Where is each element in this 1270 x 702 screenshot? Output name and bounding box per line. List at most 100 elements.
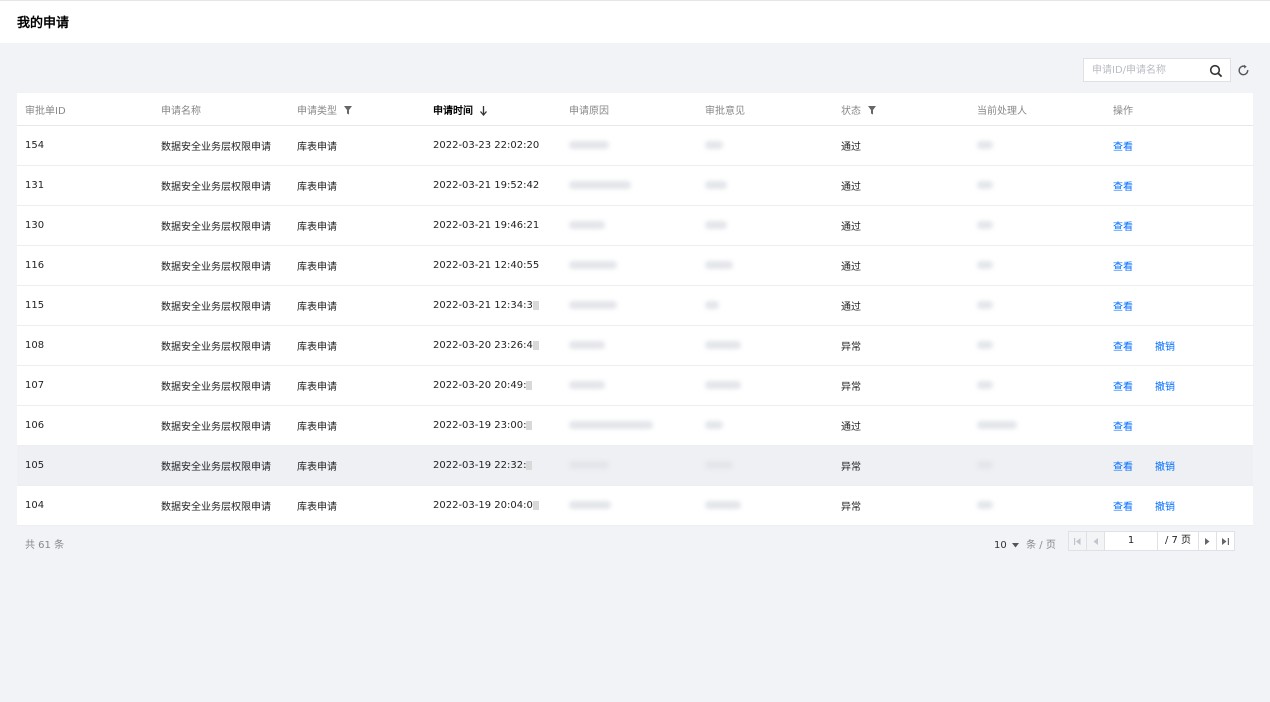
cell-type: 库表申请	[289, 365, 425, 406]
cell-status: 异常	[833, 445, 969, 486]
column-header-id: 审批单ID	[17, 93, 153, 126]
redaction-mark	[526, 380, 533, 390]
cell-id: 104	[17, 485, 153, 526]
cell-reason	[561, 325, 697, 366]
last-page-button[interactable]	[1216, 531, 1235, 551]
prev-page-button[interactable]	[1086, 531, 1105, 551]
redacted-text	[569, 461, 609, 469]
view-link[interactable]: 查看	[1113, 182, 1133, 193]
time-text: 2022-03-21 19:46:21	[433, 220, 540, 231]
cell-id: 115	[17, 285, 153, 326]
revoke-link[interactable]: 撤销	[1155, 342, 1175, 353]
view-link[interactable]: 查看	[1113, 302, 1133, 313]
cell-id: 105	[17, 445, 153, 486]
search-input[interactable]	[1092, 63, 1202, 78]
page-size-select[interactable]: 10 条 / 页	[994, 536, 1056, 551]
redacted-text	[705, 341, 741, 349]
cell-id: 106	[17, 405, 153, 446]
page-size-value[interactable]: 10	[994, 540, 1007, 551]
view-link[interactable]: 查看	[1113, 142, 1133, 153]
last-page-icon	[1222, 537, 1229, 545]
refresh-icon[interactable]	[1237, 64, 1250, 77]
cell-type: 库表申请	[289, 165, 425, 206]
search-icon[interactable]	[1209, 64, 1223, 78]
toolbar	[0, 58, 1270, 86]
redacted-text	[977, 221, 993, 229]
revoke-link[interactable]: 撤销	[1155, 462, 1175, 473]
cell-handler	[969, 445, 1105, 486]
cell-opinion	[697, 125, 833, 166]
cell-time: 2022-03-19 22:32:	[425, 445, 561, 486]
cell-name: 数据安全业务层权限申请	[153, 445, 289, 486]
top-bar: 我的申请	[0, 0, 1270, 43]
table-row: 108 数据安全业务层权限申请 库表申请 2022-03-20 23:26:4 异常 查看…	[17, 325, 1253, 366]
cell-time: 2022-03-21 19:52:42	[425, 165, 561, 206]
filter-icon[interactable]	[868, 106, 877, 115]
cell-handler	[969, 245, 1105, 286]
cell-actions: 查看	[1105, 205, 1253, 246]
redacted-text	[977, 141, 993, 149]
cell-status: 通过	[833, 205, 969, 246]
redacted-text	[569, 421, 653, 429]
cell-name: 数据安全业务层权限申请	[153, 325, 289, 366]
view-link[interactable]: 查看	[1113, 262, 1133, 273]
cell-opinion	[697, 245, 833, 286]
view-link[interactable]: 查看	[1113, 382, 1133, 393]
cell-time: 2022-03-21 19:46:21	[425, 205, 561, 246]
cell-status: 异常	[833, 365, 969, 406]
revoke-link[interactable]: 撤销	[1155, 382, 1175, 393]
view-link[interactable]: 查看	[1113, 222, 1133, 233]
filter-icon[interactable]	[344, 106, 353, 115]
redacted-text	[705, 141, 723, 149]
cell-time: 2022-03-21 12:40:55	[425, 245, 561, 286]
redacted-text	[569, 301, 617, 309]
sort-down-icon[interactable]	[480, 105, 488, 116]
first-page-button[interactable]	[1068, 531, 1087, 551]
cell-status: 通过	[833, 125, 969, 166]
cell-opinion	[697, 365, 833, 406]
cell-name: 数据安全业务层权限申请	[153, 245, 289, 286]
time-text: 2022-03-20 20:49:	[433, 380, 527, 391]
pager: 1 / 7 页	[1068, 531, 1235, 551]
cell-name: 数据安全业务层权限申请	[153, 285, 289, 326]
caret-down-icon[interactable]	[1011, 542, 1019, 548]
cell-opinion	[697, 445, 833, 486]
cell-name: 数据安全业务层权限申请	[153, 365, 289, 406]
column-header-name: 申请名称	[153, 93, 289, 126]
next-page-button[interactable]	[1198, 531, 1217, 551]
view-link[interactable]: 查看	[1113, 422, 1133, 433]
redaction-mark	[532, 300, 539, 310]
cell-type: 库表申请	[289, 445, 425, 486]
redaction-mark	[532, 340, 539, 350]
column-header-time[interactable]: 申请时间	[425, 93, 561, 126]
prev-page-icon	[1093, 537, 1098, 545]
redacted-text	[977, 341, 993, 349]
table-header-row: 审批单ID 申请名称 申请类型 申请时间 申请原因 审批意见 状态 当前处理人 …	[17, 93, 1253, 126]
search-box[interactable]	[1083, 58, 1231, 82]
redacted-text	[705, 181, 727, 189]
redacted-text	[569, 141, 609, 149]
page-number-input[interactable]: 1	[1104, 531, 1158, 551]
view-link[interactable]: 查看	[1113, 502, 1133, 513]
cell-handler	[969, 485, 1105, 526]
redacted-text	[977, 421, 1017, 429]
page-size-unit: 条 / 页	[1026, 540, 1056, 551]
cell-time: 2022-03-23 22:02:20	[425, 125, 561, 166]
redacted-text	[569, 261, 617, 269]
cell-type: 库表申请	[289, 125, 425, 166]
next-page-icon	[1205, 537, 1210, 545]
cell-type: 库表申请	[289, 285, 425, 326]
revoke-link[interactable]: 撤销	[1155, 502, 1175, 513]
cell-type: 库表申请	[289, 205, 425, 246]
view-link[interactable]: 查看	[1113, 342, 1133, 353]
cell-handler	[969, 365, 1105, 406]
view-link[interactable]: 查看	[1113, 462, 1133, 473]
column-header-status: 状态	[833, 93, 969, 126]
cell-status: 通过	[833, 165, 969, 206]
cell-handler	[969, 325, 1105, 366]
table-row: 154 数据安全业务层权限申请 库表申请 2022-03-23 22:02:20 通过 查…	[17, 125, 1253, 166]
time-text: 2022-03-20 23:26:4	[433, 340, 533, 351]
redacted-text	[977, 461, 993, 469]
cell-handler	[969, 165, 1105, 206]
cell-actions: 查看 撤销	[1105, 485, 1253, 526]
